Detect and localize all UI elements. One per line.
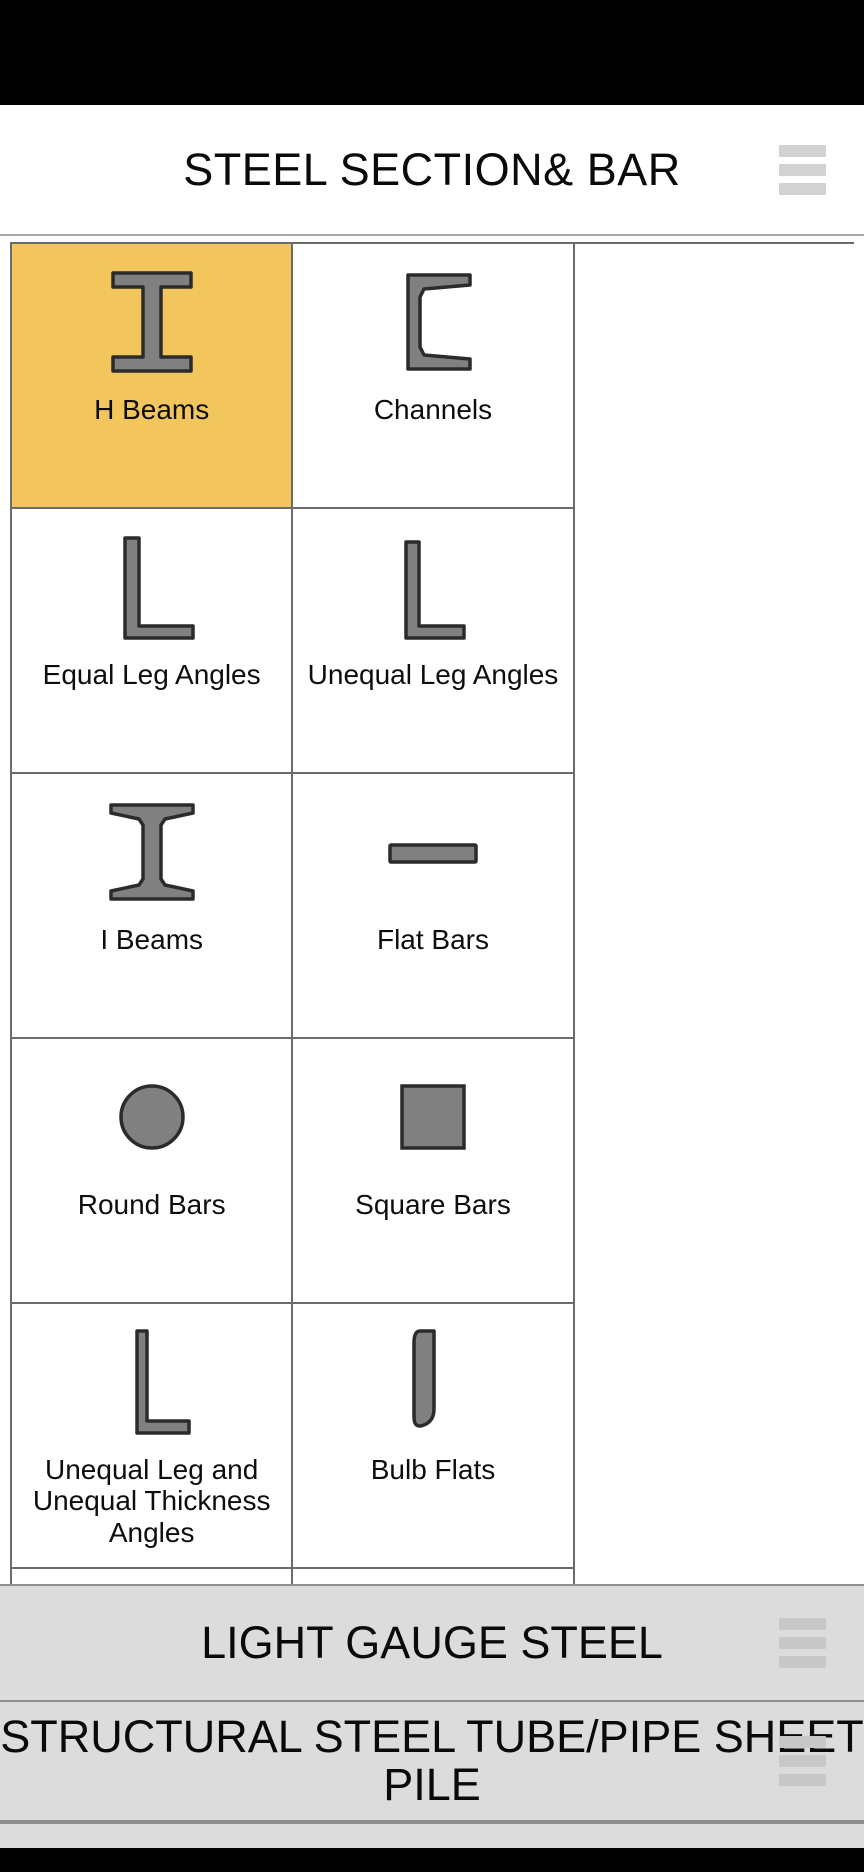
grid-item-h-beams[interactable]: H Beams — [12, 244, 294, 509]
i-beam-icon — [12, 774, 291, 924]
h-beam-icon — [12, 244, 291, 394]
grid-item-label: Bulb Flats — [370, 1454, 496, 1485]
hamburger-bar — [779, 1736, 826, 1748]
hamburger-menu-icon[interactable] — [779, 1618, 826, 1668]
unequal-angle-icon — [293, 509, 572, 659]
section-partial-next[interactable] — [0, 1822, 864, 1848]
bottom-navigation-bar — [0, 1848, 864, 1872]
grid-item-square-bars[interactable]: Square Bars — [293, 1039, 575, 1304]
grid-item-bulb-flats[interactable]: Bulb Flats — [293, 1304, 575, 1569]
status-bar — [0, 0, 864, 105]
page-title: STEEL SECTION& BAR — [183, 143, 681, 195]
grid-item-label: I Beams — [100, 924, 204, 955]
section-light-gauge-steel[interactable]: LIGHT GAUGE STEEL — [0, 1584, 864, 1702]
grid-item-equal-leg-angles[interactable]: Equal Leg Angles — [12, 509, 294, 774]
grid-item-label: Unequal Leg Angles — [307, 659, 559, 690]
section-title: LIGHT GAUGE STEEL — [201, 1617, 663, 1669]
grid-item-round-bars[interactable]: Round Bars — [12, 1039, 294, 1304]
grid-item-unequal-leg-angles[interactable]: Unequal Leg Angles — [293, 509, 575, 774]
grid-item-i-beams[interactable]: I Beams — [12, 774, 294, 1039]
hamburger-bar — [779, 1656, 826, 1668]
channel-icon — [293, 244, 572, 394]
hamburger-menu-icon[interactable] — [779, 1736, 826, 1786]
section-title: STRUCTURAL STEEL TUBE/PIPE SHEET PILE — [0, 1711, 864, 1810]
grid-item-label: Flat Bars — [376, 924, 489, 955]
bulb-flat-icon — [293, 1304, 572, 1454]
grid-item-channels[interactable]: Channels — [293, 244, 575, 509]
grid-item-label: H Beams — [94, 394, 210, 425]
hamburger-bar — [779, 1618, 826, 1630]
grid-item-label: Channels — [373, 394, 493, 425]
grid-item-label: Unequal Leg and Unequal Thickness Angles — [32, 1454, 271, 1548]
grid-item-flat-bars[interactable]: Flat Bars — [293, 774, 575, 1039]
flat-bar-icon — [293, 774, 572, 924]
app-header: STEEL SECTION& BAR — [0, 105, 864, 236]
hamburger-menu-icon[interactable] — [779, 144, 826, 195]
hamburger-bar — [779, 182, 826, 195]
grid-item-unequal-leg-and-unequal-thickness-angles[interactable]: Unequal Leg and Unequal Thickness Angles — [12, 1304, 294, 1569]
grid-item-label: Equal Leg Angles — [42, 659, 261, 690]
hamburger-bar — [779, 144, 826, 157]
app-root: STEEL SECTION& BAR H Beams Channels Equal … — [0, 0, 864, 1872]
hamburger-bar — [779, 163, 826, 176]
grid-item-label: Square Bars — [355, 1189, 511, 1220]
hamburger-bar — [779, 1774, 826, 1786]
section-steel-section-bar-body: H Beams Channels Equal Leg Angles Unequal L… — [0, 236, 864, 1872]
round-bar-icon — [12, 1039, 291, 1189]
unequal-thickness-angle-icon — [12, 1304, 291, 1454]
hamburger-bar — [779, 1637, 826, 1649]
accordion-sections: LIGHT GAUGE STEEL STRUCTURAL STEEL TUBE/… — [0, 1584, 864, 1848]
equal-angle-icon — [12, 509, 291, 659]
square-bar-icon — [293, 1039, 572, 1189]
hamburger-bar — [779, 1755, 826, 1767]
section-structural-steel-tube-pipe-sheet-pile[interactable]: STRUCTURAL STEEL TUBE/PIPE SHEET PILE — [0, 1702, 864, 1822]
grid-item-label: Round Bars — [77, 1189, 226, 1220]
